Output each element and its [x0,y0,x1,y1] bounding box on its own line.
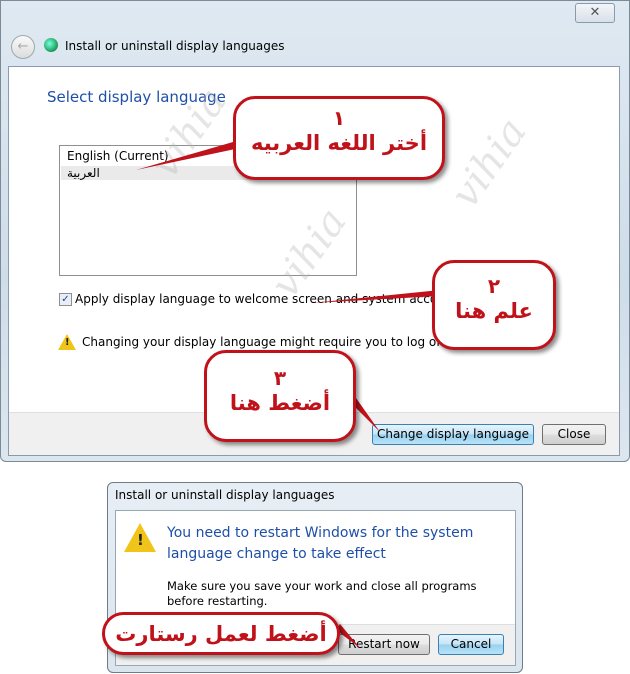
pointer-1 [136,140,240,170]
callout-text: أختر اللغه العربيه [250,131,428,155]
callout-step-1: ١ أختر اللغه العربيه [233,96,445,180]
callout-step-3: ٣ أضغط هنا [204,350,356,442]
callout-text: أضغط هنا [229,391,331,415]
callout-number: ١ [332,106,346,130]
callout-step-2: ٢ علم هنا [432,260,556,350]
callout-text: أضغط لعمل رستارت [115,622,327,646]
callout-number: ٢ [487,274,501,298]
callout-text: علم هنا [455,299,533,323]
pointer-2 [312,290,440,303]
callout-step-4: أضغط لعمل رستارت [102,612,340,655]
callout-number: ٣ [273,366,287,390]
